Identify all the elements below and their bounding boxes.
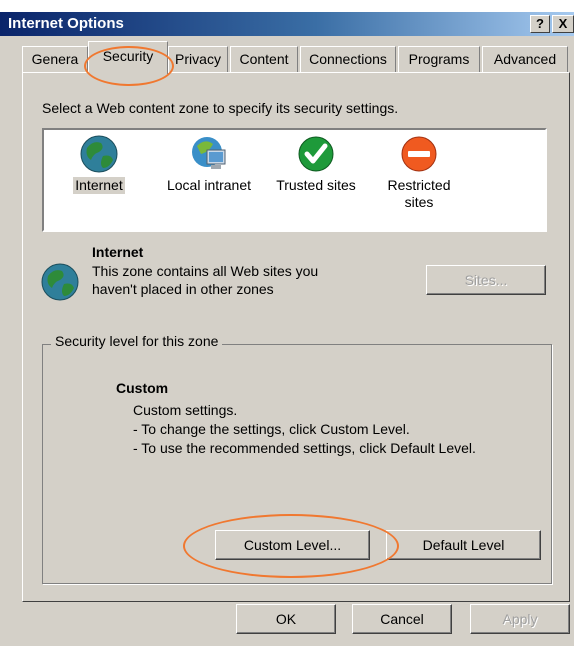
zone-internet[interactable]: Internet <box>64 134 134 194</box>
zone-detail-desc-line2: haven't placed in other zones <box>92 281 274 297</box>
zone-restricted-sites[interactable]: Restricted sites <box>374 134 464 211</box>
restricted-icon <box>401 136 437 172</box>
tab-advanced-label: Advanced <box>493 51 557 67</box>
security-level-group-label: Security level for this zone <box>51 333 223 349</box>
tab-programs-label: Programs <box>408 51 470 67</box>
zone-restricted-line2: sites <box>404 194 434 210</box>
security-level-line2: - To change the settings, click Custom L… <box>133 421 410 437</box>
tab-advanced[interactable]: Advanced <box>482 46 568 72</box>
security-level-title: Custom <box>116 380 169 396</box>
zone-internet-label: Internet <box>73 177 125 194</box>
tab-security-label: Security <box>102 48 154 64</box>
tab-programs[interactable]: Programs <box>398 46 480 72</box>
default-level-button[interactable]: Default Level <box>386 530 541 560</box>
zone-detail-desc-line1: This zone contains all Web sites you <box>92 263 319 279</box>
title-bar[interactable]: Internet Options ? X <box>0 12 574 36</box>
zone-detail-globe-icon <box>41 263 79 301</box>
zone-instruction: Select a Web content zone to specify its… <box>42 100 399 116</box>
zone-local-intranet[interactable]: Local intranet <box>154 134 264 194</box>
close-button[interactable]: X <box>552 15 574 33</box>
zone-restricted-line1: Restricted <box>387 177 451 193</box>
tab-privacy[interactable]: Privacy <box>168 46 228 72</box>
zone-detail-title: Internet <box>92 244 144 260</box>
tab-general[interactable]: Genera <box>22 46 88 72</box>
cancel-button[interactable]: Cancel <box>352 604 452 634</box>
tab-privacy-label: Privacy <box>175 51 221 67</box>
apply-button[interactable]: Apply <box>470 604 570 634</box>
zone-trusted-sites[interactable]: Trusted sites <box>266 134 366 194</box>
trusted-check-icon <box>298 136 334 172</box>
tab-content-label: Content <box>239 51 289 67</box>
tab-connections[interactable]: Connections <box>300 46 396 72</box>
security-level-line1: Custom settings. <box>133 402 238 418</box>
tab-connections-label: Connections <box>309 51 387 67</box>
tab-security[interactable]: Security <box>88 41 168 74</box>
tab-content[interactable]: Content <box>230 46 298 72</box>
window-title: Internet Options <box>8 15 124 32</box>
zone-local-intranet-label: Local intranet <box>166 177 252 193</box>
custom-level-button[interactable]: Custom Level... <box>215 530 370 560</box>
help-button[interactable]: ? <box>530 15 550 33</box>
security-level-line3: - To use the recommended settings, click… <box>133 440 476 456</box>
tab-general-label: Genera <box>31 51 79 67</box>
zone-list: Internet Local intranet Trusted sites Re… <box>42 128 547 232</box>
intranet-icon <box>192 137 226 169</box>
zone-restricted-sites-label: Restricted sites <box>385 177 452 211</box>
zone-trusted-sites-label: Trusted sites <box>276 177 356 193</box>
ok-button[interactable]: OK <box>236 604 336 634</box>
sites-button[interactable]: Sites... <box>426 265 546 295</box>
globe-icon <box>80 135 118 173</box>
